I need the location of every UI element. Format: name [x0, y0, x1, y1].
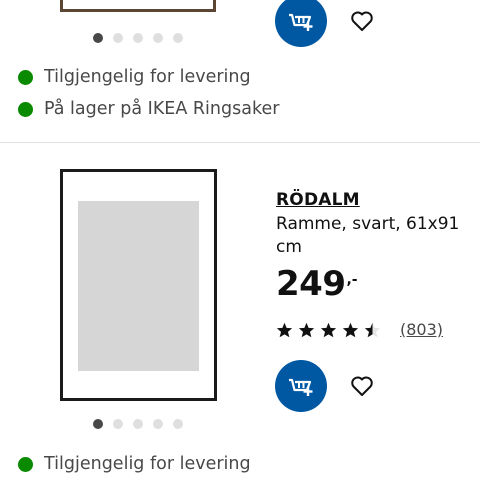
add-to-cart-button-top[interactable]	[275, 0, 327, 47]
carousel-dot[interactable]	[133, 419, 143, 429]
rating[interactable]: (803)	[276, 320, 443, 339]
favourite-button-top[interactable]	[345, 4, 379, 38]
cart-add-icon	[289, 378, 313, 396]
frame-picture-area	[78, 201, 199, 371]
availability-delivery-top: Tilgjengelig for levering	[18, 67, 251, 87]
star-half-icon	[364, 322, 381, 338]
heart-icon	[351, 11, 373, 31]
star-full-icon	[342, 322, 359, 338]
product-frame-top	[60, 0, 216, 12]
review-count-link[interactable]: (803)	[400, 320, 443, 339]
availability-text: På lager på IKEA Ringsaker	[44, 99, 280, 119]
carousel-dot[interactable]	[113, 419, 123, 429]
frame-mat	[63, 172, 214, 398]
green-dot-icon	[18, 69, 33, 85]
availability-text: Tilgjengelig for levering	[44, 67, 251, 87]
carousel-dots	[93, 419, 183, 429]
availability-delivery: Tilgjengelig for levering	[18, 454, 251, 474]
carousel-dots-top	[93, 33, 183, 43]
star-full-icon	[276, 322, 293, 338]
carousel-dot[interactable]	[113, 33, 123, 43]
product-image[interactable]	[60, 169, 217, 401]
add-to-cart-button[interactable]	[275, 360, 327, 412]
favourite-button[interactable]	[345, 369, 379, 403]
product-name[interactable]: RÖDALM	[276, 190, 360, 210]
heart-icon	[351, 376, 373, 396]
carousel-dot[interactable]	[93, 33, 103, 43]
carousel-dot[interactable]	[173, 419, 183, 429]
price-decimals: ,-	[346, 272, 358, 288]
carousel-dot[interactable]	[153, 419, 163, 429]
star-full-icon	[320, 322, 337, 338]
carousel-dot[interactable]	[93, 419, 103, 429]
availability-store-top: På lager på IKEA Ringsaker	[18, 99, 279, 119]
product-price: 249 ,-	[276, 264, 358, 304]
green-dot-icon	[18, 456, 33, 472]
carousel-dot[interactable]	[133, 33, 143, 43]
card-divider	[0, 142, 480, 143]
carousel-dot[interactable]	[173, 33, 183, 43]
availability-text: Tilgjengelig for levering	[44, 454, 251, 474]
green-dot-icon	[18, 101, 33, 117]
cart-add-icon	[289, 13, 313, 31]
star-full-icon	[298, 322, 315, 338]
price-integer: 249	[276, 264, 346, 304]
carousel-dot[interactable]	[153, 33, 163, 43]
product-description: Ramme, svart, 61x91 cm	[276, 214, 460, 257]
